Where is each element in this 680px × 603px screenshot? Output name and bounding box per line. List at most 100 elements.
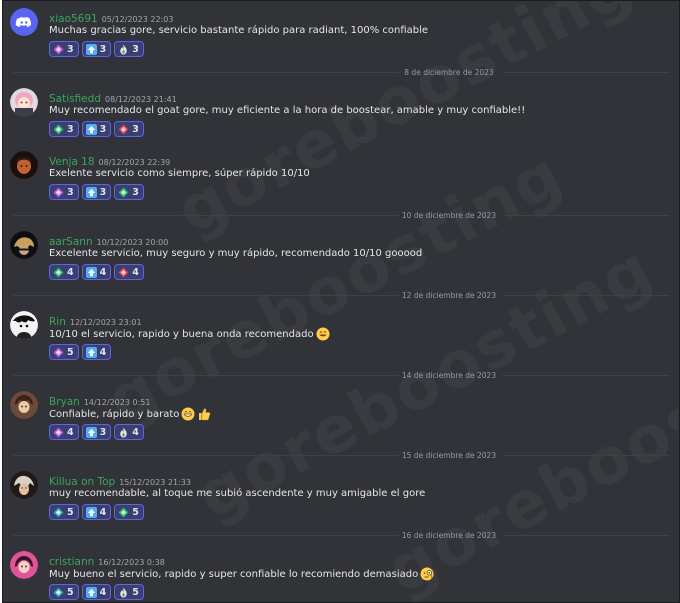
reactions: 5 4 5: [49, 504, 144, 520]
message-text: Confiable, rápido y barato: [49, 407, 211, 422]
reaction-count: 3: [99, 123, 107, 135]
reaction[interactable]: 4: [114, 424, 144, 440]
reaction-count: 4: [99, 586, 107, 598]
message-text-content: Confiable, rápido y barato: [49, 409, 180, 420]
chat-window: goreboosting goreboosting goreboosting g…: [2, 0, 680, 603]
rank-badge-green-icon: [53, 266, 64, 278]
reaction[interactable]: 3: [81, 41, 112, 57]
timestamp: 10/12/2023 20:00: [96, 238, 169, 247]
divider-line: [503, 72, 669, 73]
up-arrow-icon: [85, 186, 97, 198]
message-text-content: Muy bueno el servicio, rapido y super co…: [49, 569, 419, 580]
rank-badge-purple-icon: [53, 426, 64, 438]
reaction-count: 3: [132, 123, 139, 135]
reactions: 3 3 3: [49, 41, 144, 57]
rank-badge-teal-icon: [53, 506, 64, 518]
message-text: Muchas gracias gore, servicio bastante r…: [49, 25, 429, 36]
up-arrow-icon: [85, 266, 97, 278]
message-text: muy recomendable, al toque me subió asce…: [49, 488, 426, 499]
divider-line: [503, 375, 669, 376]
reaction[interactable]: 3: [81, 184, 112, 200]
reaction[interactable]: 4: [49, 424, 79, 440]
divider-line: [13, 455, 399, 456]
timestamp: 12/12/2023 23:01: [69, 318, 142, 327]
rank-badge-red-icon: [118, 266, 129, 278]
reaction-count: 4: [67, 426, 74, 438]
rank-badge-purple-icon: [53, 186, 64, 198]
reaction[interactable]: 3: [114, 121, 144, 137]
reaction[interactable]: 3: [49, 41, 79, 57]
divider-date: 10 de diciembre de 2023: [401, 211, 497, 220]
reaction-count: 5: [132, 586, 139, 598]
reaction-count: 3: [67, 43, 74, 55]
divider-line: [503, 215, 669, 216]
grin-emoji: [316, 327, 330, 341]
reaction[interactable]: 4: [114, 264, 144, 280]
divider-line: [503, 535, 669, 536]
reaction[interactable]: 5: [114, 504, 144, 520]
reaction-count: 4: [99, 506, 107, 518]
reactions: 5 4: [49, 344, 112, 360]
watermark-2: goreboosting: [95, 137, 575, 439]
avatar[interactable]: [10, 88, 38, 116]
reaction[interactable]: 3: [114, 184, 144, 200]
reaction[interactable]: 5: [49, 584, 79, 600]
rank-badge-purple-icon: [53, 346, 64, 358]
divider-date: 8 de diciembre de 2023: [404, 68, 494, 77]
reaction-count: 5: [67, 346, 74, 358]
reaction[interactable]: 3: [114, 41, 144, 57]
reaction-count: 3: [67, 186, 74, 198]
avatar[interactable]: [10, 231, 38, 259]
avatar[interactable]: [10, 311, 38, 339]
avatar[interactable]: [10, 151, 38, 179]
message-text: Exelente servicio como siempre, súper rá…: [49, 168, 310, 179]
reaction-count: 3: [99, 186, 107, 198]
reaction[interactable]: 4: [81, 264, 112, 280]
reaction[interactable]: 5: [49, 504, 79, 520]
reaction[interactable]: 3: [81, 424, 112, 440]
reaction-count: 3: [99, 426, 107, 438]
reaction[interactable]: 3: [81, 121, 112, 137]
reaction[interactable]: 3: [49, 121, 79, 137]
reaction-count: 4: [67, 266, 74, 278]
divider-line: [13, 215, 399, 216]
divider-line: [13, 72, 399, 73]
reaction[interactable]: 4: [81, 584, 112, 600]
reaction[interactable]: 4: [49, 264, 79, 280]
message-text: Muy recomendado el goat gore, muy eficie…: [49, 105, 526, 116]
date-divider: 8 de diciembre de 2023: [3, 68, 679, 78]
timestamp: 15/12/2023 21:33: [119, 478, 191, 487]
flame-rank-icon: [120, 586, 127, 598]
avatar[interactable]: [10, 8, 38, 36]
date-divider: 15 de diciembre de 2023: [3, 451, 679, 461]
reaction-count: 4: [99, 346, 107, 358]
timestamp: 14/12/2023 0:51: [83, 398, 151, 407]
reaction[interactable]: 4: [81, 344, 112, 360]
divider-line: [13, 535, 399, 536]
rank-badge-teal-icon: [53, 586, 64, 598]
reaction-count: 3: [132, 43, 139, 55]
reaction[interactable]: 3: [49, 184, 79, 200]
timestamp: 16/12/2023 0:38: [98, 558, 165, 567]
avatar[interactable]: [10, 471, 38, 499]
reaction[interactable]: 5: [49, 344, 79, 360]
reaction[interactable]: 4: [81, 504, 112, 520]
rank-badge-green-icon: [53, 123, 64, 135]
rank-badge-green-icon: [118, 506, 129, 518]
date-divider: 16 de diciembre de 2023: [3, 531, 679, 541]
reactions: 4 3 4: [49, 424, 144, 440]
reactions: 3 3 3: [49, 121, 144, 137]
reaction-count: 5: [67, 506, 74, 518]
date-divider: 12 de diciembre de 2023: [3, 291, 679, 301]
grin-emoji: [181, 407, 195, 421]
monocle-emoji: [420, 567, 434, 581]
divider-date: 16 de diciembre de 2023: [401, 531, 497, 540]
reactions: 3 3 3: [49, 184, 144, 200]
avatar[interactable]: [10, 551, 38, 579]
reaction-count: 5: [132, 506, 139, 518]
avatar[interactable]: [10, 391, 38, 419]
reaction-count: 3: [99, 43, 107, 55]
reaction[interactable]: 5: [114, 584, 144, 600]
divider-date: 14 de diciembre de 2023: [401, 371, 497, 380]
timestamp: 08/12/2023 21:41: [105, 95, 177, 104]
